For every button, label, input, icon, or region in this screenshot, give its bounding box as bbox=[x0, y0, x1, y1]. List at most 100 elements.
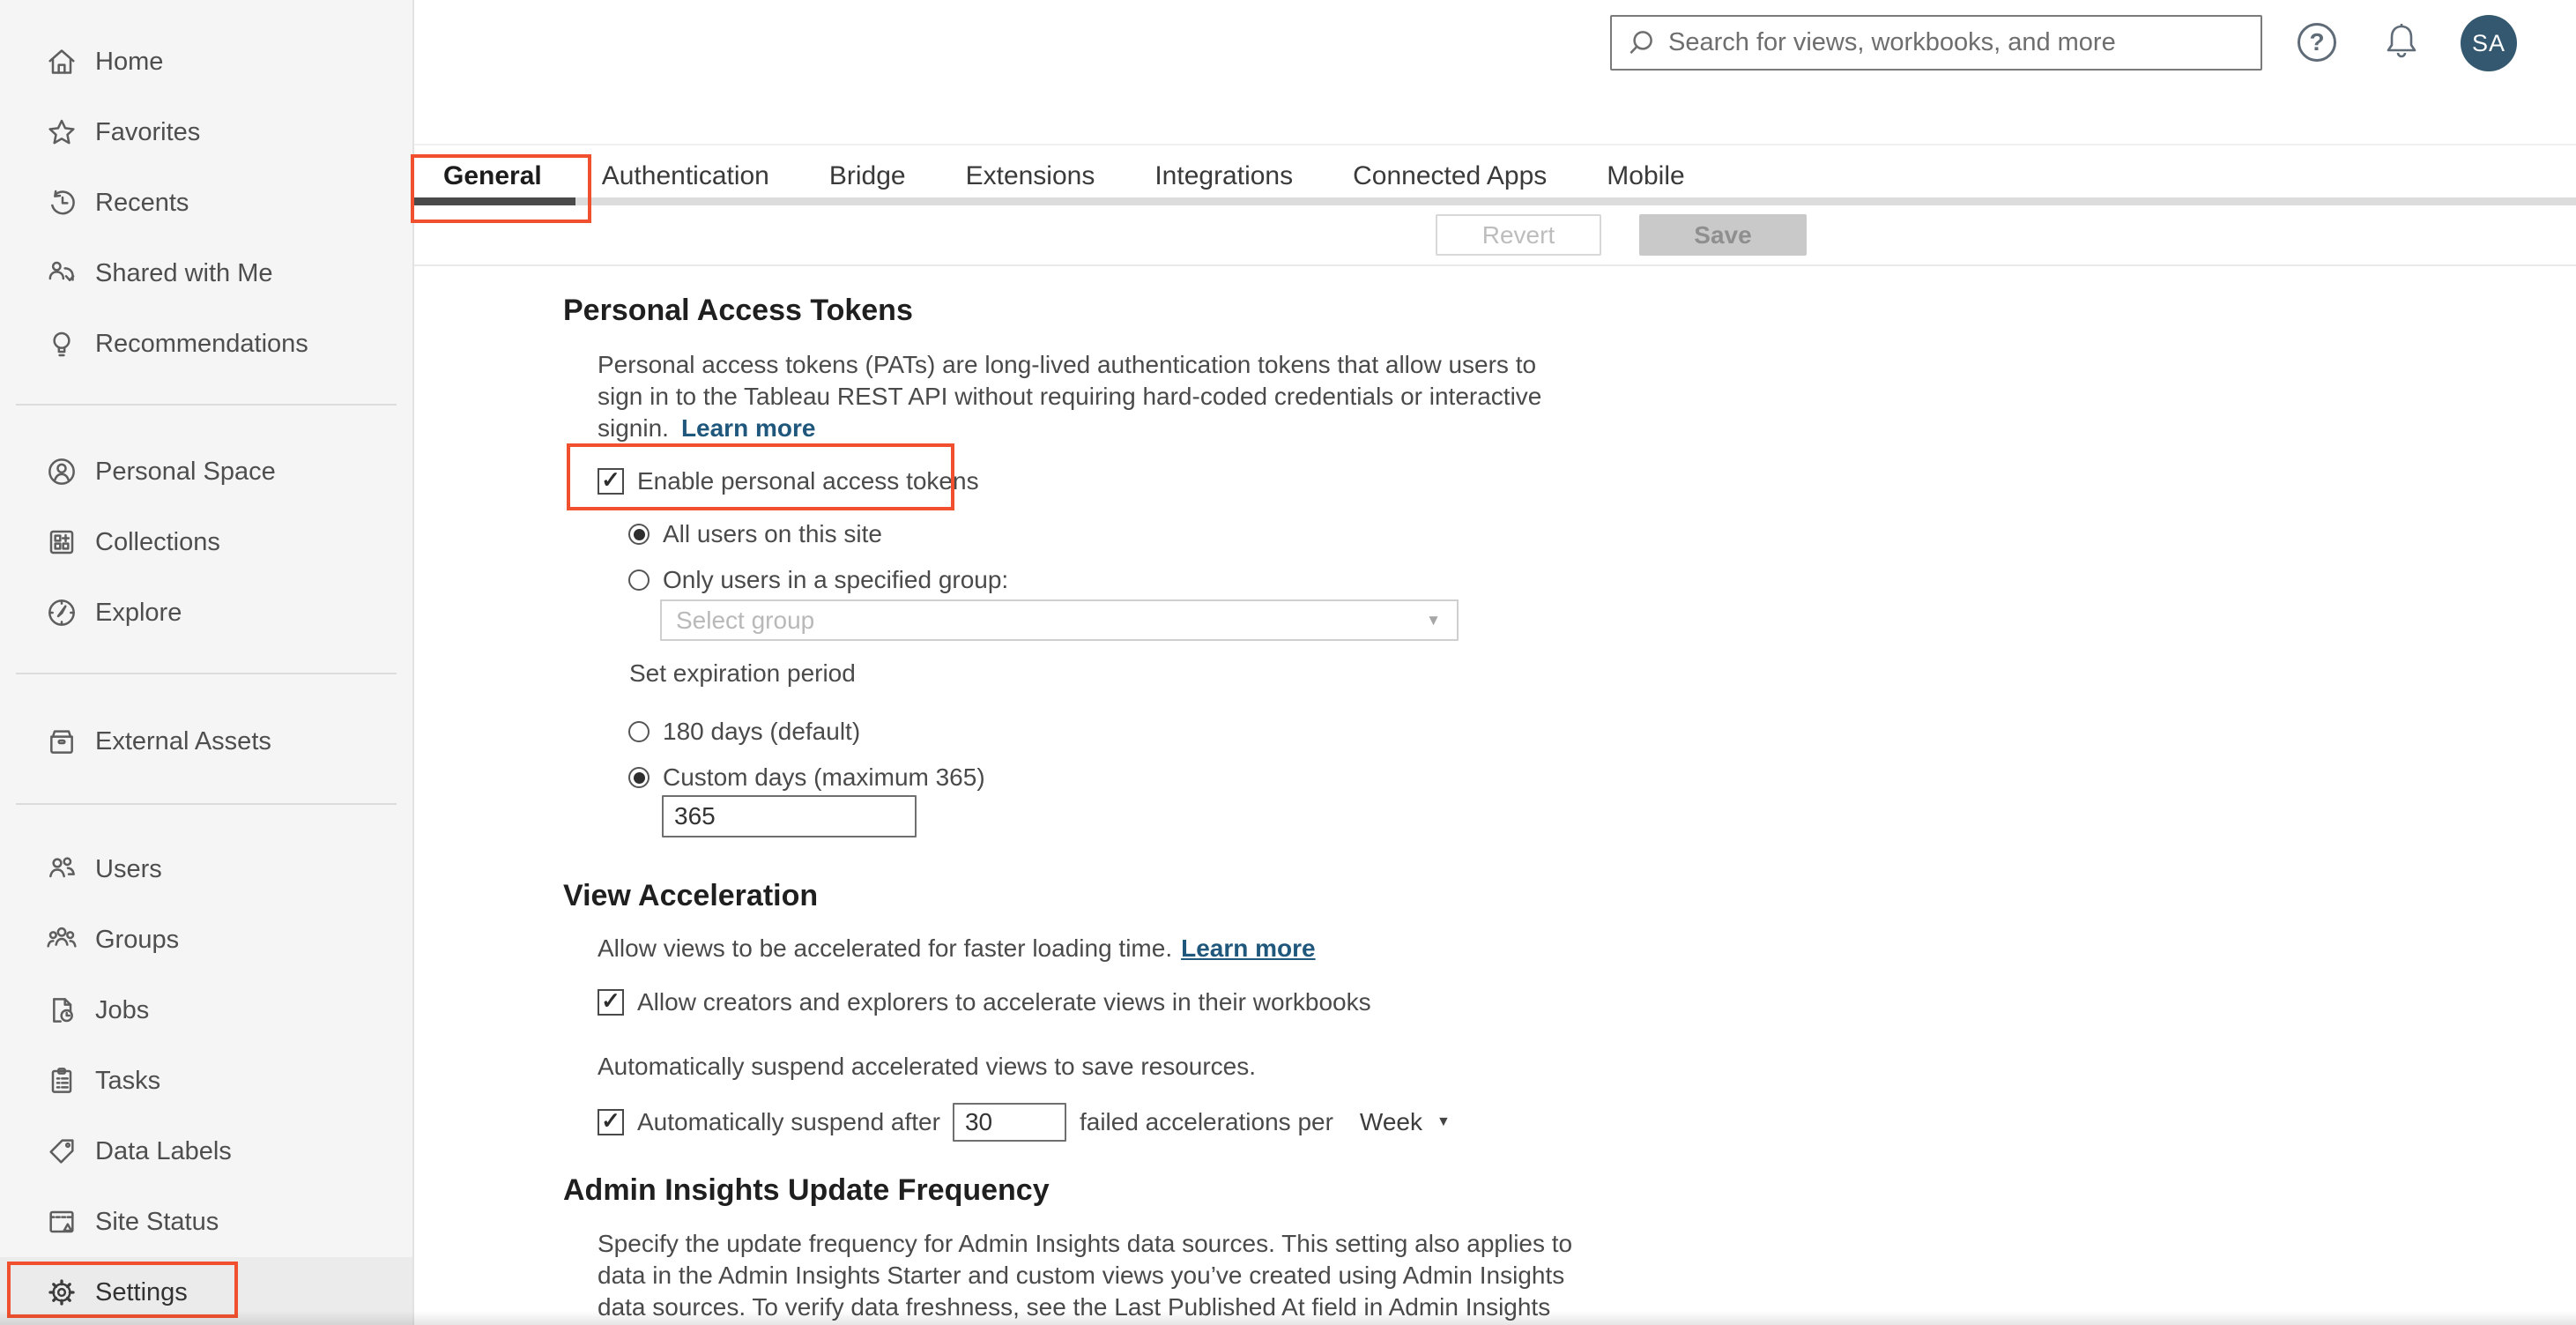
sidebar-item-jobs[interactable]: Jobs bbox=[0, 975, 412, 1046]
sidebar-item-label: Recents bbox=[95, 188, 189, 217]
tableau-settings-page: Home Favorites Recents Shared with Me Recomm… bbox=[0, 0, 2576, 1325]
sidebar-item-settings[interactable]: Settings bbox=[0, 1257, 412, 1325]
sidebar-item-tasks[interactable]: Tasks bbox=[0, 1046, 412, 1116]
sidebar-item-collections[interactable]: Collections bbox=[0, 507, 412, 577]
va-suspend-row: ✓ Automatically suspend after failed acc… bbox=[598, 1103, 1451, 1142]
va-allow-row: ✓ Allow creators and explorers to accele… bbox=[598, 983, 1371, 1022]
sidebar-item-users[interactable]: Users bbox=[0, 834, 412, 904]
sidebar-item-label: Users bbox=[95, 854, 162, 883]
sidebar-item-label: External Assets bbox=[95, 726, 271, 756]
header-divider bbox=[414, 144, 2576, 145]
tag-icon bbox=[44, 1134, 79, 1169]
suspend-count-input[interactable] bbox=[952, 1103, 1066, 1142]
toolbar-divider bbox=[414, 264, 2576, 266]
help-icon[interactable]: ? bbox=[2298, 23, 2336, 62]
gear-icon bbox=[44, 1275, 79, 1310]
sidebar-item-label: Jobs bbox=[95, 995, 150, 1024]
scope-all-radio[interactable] bbox=[628, 524, 650, 545]
sidebar-divider bbox=[16, 673, 397, 674]
group-select-dropdown[interactable]: Select group ▼ bbox=[660, 599, 1459, 641]
avatar[interactable]: SA bbox=[2461, 15, 2517, 71]
shared-with-me-icon bbox=[44, 256, 79, 291]
sidebar-item-label: Home bbox=[95, 47, 164, 76]
allow-accelerate-checkbox[interactable]: ✓ bbox=[598, 987, 624, 1016]
pat-learn-more-link[interactable]: Learn more bbox=[681, 414, 816, 442]
sidebar-item-recommendations[interactable]: Recommendations bbox=[0, 309, 412, 379]
tab-integrations[interactable]: Integrations bbox=[1154, 161, 1293, 191]
collections-grid-icon bbox=[44, 525, 79, 560]
sidebar-item-label: Shared with Me bbox=[95, 258, 273, 287]
tab-general[interactable]: General bbox=[443, 161, 542, 191]
exp-default-radio[interactable] bbox=[628, 721, 650, 742]
sidebar-item-label: Collections bbox=[95, 527, 220, 556]
exp-custom-label: Custom days (maximum 365) bbox=[663, 763, 985, 791]
va-suspend-info: Automatically suspend accelerated views … bbox=[598, 1053, 1257, 1080]
expiration-period-label: Set expiration period bbox=[629, 659, 856, 687]
sidebar-item-personal-space[interactable]: Personal Space bbox=[0, 436, 412, 507]
pat-section-title: Personal Access Tokens bbox=[563, 294, 913, 327]
sidebar-divider bbox=[16, 803, 397, 805]
sidebar-item-explore[interactable]: Explore bbox=[0, 577, 412, 648]
search-box bbox=[1610, 15, 2262, 71]
star-icon bbox=[44, 115, 79, 150]
allow-accelerate-label: Allow creators and explorers to accelera… bbox=[637, 988, 1371, 1016]
sidebar-item-label: Favorites bbox=[95, 117, 201, 146]
sidebar-item-label: Site Status bbox=[95, 1207, 219, 1236]
chevron-down-icon: ▼ bbox=[1436, 1114, 1451, 1129]
enable-pat-checkbox[interactable]: ✓ bbox=[598, 466, 624, 495]
exp-custom-row: Custom days (maximum 365) bbox=[628, 758, 985, 797]
avatar-initials: SA bbox=[2471, 29, 2506, 56]
custom-days-input[interactable] bbox=[662, 795, 917, 837]
pat-scope-all-row: All users on this site bbox=[628, 515, 882, 554]
home-icon bbox=[44, 44, 79, 79]
sidebar-item-label: Personal Space bbox=[95, 457, 276, 486]
sidebar-item-label: Groups bbox=[95, 925, 180, 954]
document-clock-icon bbox=[44, 993, 79, 1028]
lightbulb-icon bbox=[44, 326, 79, 361]
sidebar-divider bbox=[16, 404, 397, 406]
suspend-period-select[interactable]: Week ▼ bbox=[1360, 1108, 1451, 1136]
sidebar-item-data-labels[interactable]: Data Labels bbox=[0, 1116, 412, 1187]
search-icon bbox=[1629, 30, 1652, 54]
pat-enable-row: ✓ Enable personal access tokens bbox=[567, 443, 979, 510]
auto-suspend-prefix-label: Automatically suspend after bbox=[637, 1108, 940, 1135]
selected-tab-underline bbox=[414, 197, 575, 205]
pat-description: Personal access tokens (PATs) are long-l… bbox=[598, 351, 1542, 442]
admin-insights-title: Admin Insights Update Frequency bbox=[563, 1173, 1050, 1207]
search-input[interactable] bbox=[1668, 28, 2260, 57]
va-learn-more-link[interactable]: Learn more bbox=[1181, 934, 1316, 962]
chevron-down-icon: ▼ bbox=[1426, 611, 1441, 629]
site-status-icon bbox=[44, 1204, 79, 1239]
auto-suspend-checkbox[interactable]: ✓ bbox=[598, 1107, 624, 1135]
revert-button[interactable]: Revert bbox=[1436, 214, 1601, 256]
tab-mobile[interactable]: Mobile bbox=[1607, 161, 1684, 191]
compass-icon bbox=[44, 595, 79, 630]
scope-all-label: All users on this site bbox=[663, 520, 882, 547]
auto-suspend-suffix-label: failed accelerations per bbox=[1079, 1108, 1333, 1135]
admin-insights-description: Specify the update frequency for Admin I… bbox=[598, 1230, 1573, 1321]
exp-default-label: 180 days (default) bbox=[663, 718, 861, 745]
scope-group-label: Only users in a specified group: bbox=[663, 566, 1009, 593]
save-button[interactable]: Save bbox=[1639, 214, 1807, 256]
sidebar-item-external-assets[interactable]: External Assets bbox=[0, 706, 412, 777]
sidebar-item-groups[interactable]: Groups bbox=[0, 904, 412, 975]
tab-bridge[interactable]: Bridge bbox=[829, 161, 906, 191]
sidebar-item-home[interactable]: Home bbox=[0, 26, 412, 97]
sidebar-item-label: Recommendations bbox=[95, 329, 308, 358]
sidebar-item-site-status[interactable]: Site Status bbox=[0, 1187, 412, 1257]
sidebar-item-recents[interactable]: Recents bbox=[0, 167, 412, 238]
tab-authentication[interactable]: Authentication bbox=[602, 161, 769, 191]
sidebar-item-favorites[interactable]: Favorites bbox=[0, 97, 412, 167]
sidebar-item-shared-with-me[interactable]: Shared with Me bbox=[0, 238, 412, 309]
person-circle-icon bbox=[44, 454, 79, 489]
groups-icon bbox=[44, 922, 79, 957]
tab-extensions[interactable]: Extensions bbox=[966, 161, 1095, 191]
notifications-bell-icon[interactable] bbox=[2380, 19, 2423, 65]
sidebar-item-label: Data Labels bbox=[95, 1136, 232, 1165]
suspend-period-value: Week bbox=[1359, 1108, 1422, 1135]
recents-clock-icon bbox=[44, 185, 79, 220]
exp-custom-radio[interactable] bbox=[628, 767, 650, 788]
scope-group-radio[interactable] bbox=[628, 569, 650, 591]
tab-connected-apps[interactable]: Connected Apps bbox=[1353, 161, 1547, 191]
sidebar: Home Favorites Recents Shared with Me Recomm… bbox=[0, 0, 414, 1325]
